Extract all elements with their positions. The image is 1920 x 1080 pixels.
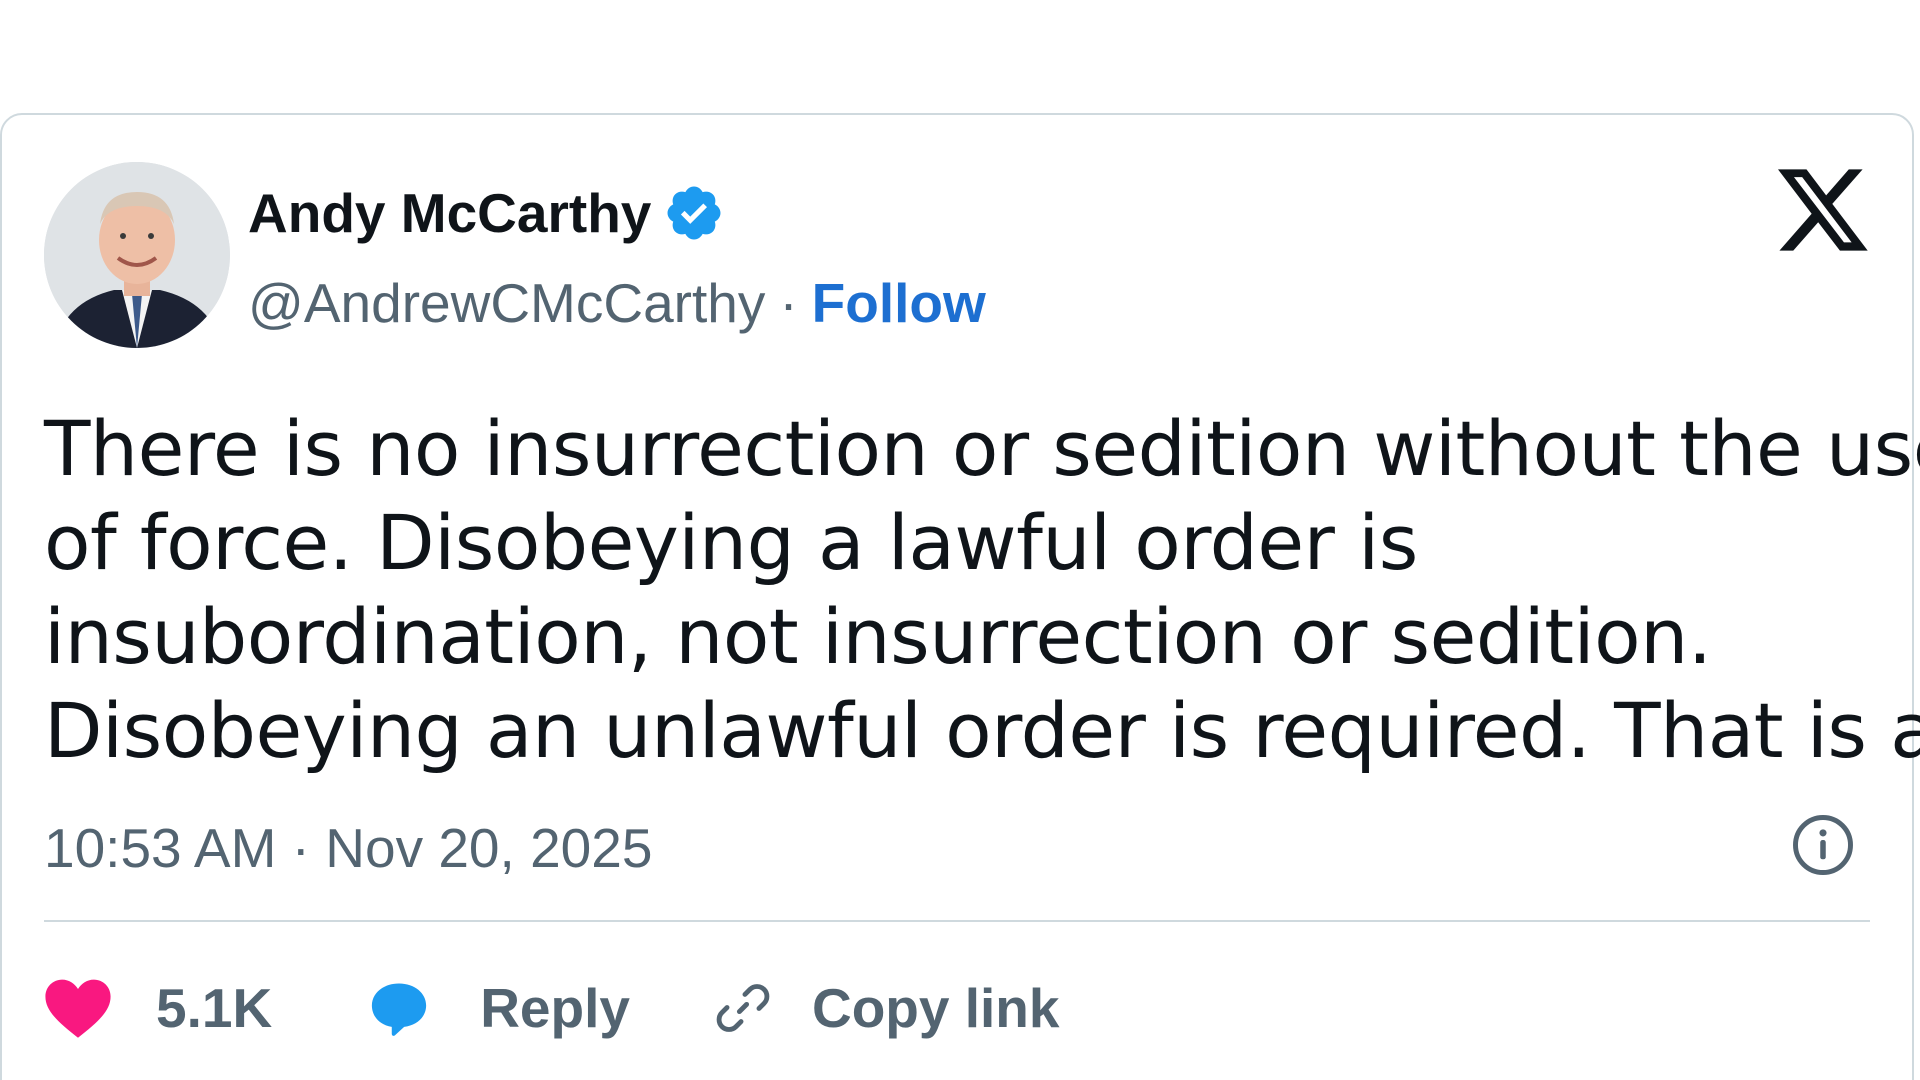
tweet-timestamp[interactable]: 10:53 AM · Nov 20, 2025 xyxy=(44,815,652,881)
verified-badge-icon xyxy=(667,186,721,240)
reply-label: Reply xyxy=(480,977,630,1039)
reply-bubble-icon xyxy=(372,983,427,1036)
like-button[interactable]: 5.1K xyxy=(44,976,272,1040)
divider xyxy=(44,920,1870,922)
avatar-photo xyxy=(44,162,230,348)
tweet-text-line: of force. Disobeying a lawful order is xyxy=(44,498,1418,587)
page: Andy McCarthy @AndrewCMcCarthy · Follow Th… xyxy=(0,0,1920,1080)
tweet-text: There is no insurrection or sedition wit… xyxy=(44,402,1920,778)
info-icon[interactable] xyxy=(1790,812,1856,878)
reply-button[interactable]: Reply xyxy=(368,976,630,1040)
follow-button[interactable]: Follow xyxy=(812,272,986,334)
link-icon xyxy=(716,984,770,1032)
tweet-text-line: There is no insurrection or sedition wit… xyxy=(44,404,1920,493)
copy-link-label: Copy link xyxy=(811,977,1060,1039)
x-logo-icon[interactable] xyxy=(1778,168,1868,252)
author-handle[interactable]: @AndrewCMcCarthy xyxy=(248,272,765,334)
tweet-text-line: Disobeying an unlawful order is required… xyxy=(44,686,1920,775)
heart-icon xyxy=(45,979,111,1038)
author-name[interactable]: Andy McCarthy xyxy=(248,180,651,246)
handle-row: @AndrewCMcCarthy · Follow xyxy=(248,270,986,336)
separator-dot: · xyxy=(779,272,798,334)
copy-link-button[interactable]: Copy link xyxy=(714,976,1060,1040)
avatar[interactable] xyxy=(44,162,230,348)
tweet-text-line: insubordination, not insurrection or sed… xyxy=(44,592,1712,681)
like-count: 5.1K xyxy=(156,977,273,1039)
author-name-row[interactable]: Andy McCarthy xyxy=(248,180,725,246)
tweet-actions: 5.1K Reply Copy link xyxy=(44,968,1060,1048)
